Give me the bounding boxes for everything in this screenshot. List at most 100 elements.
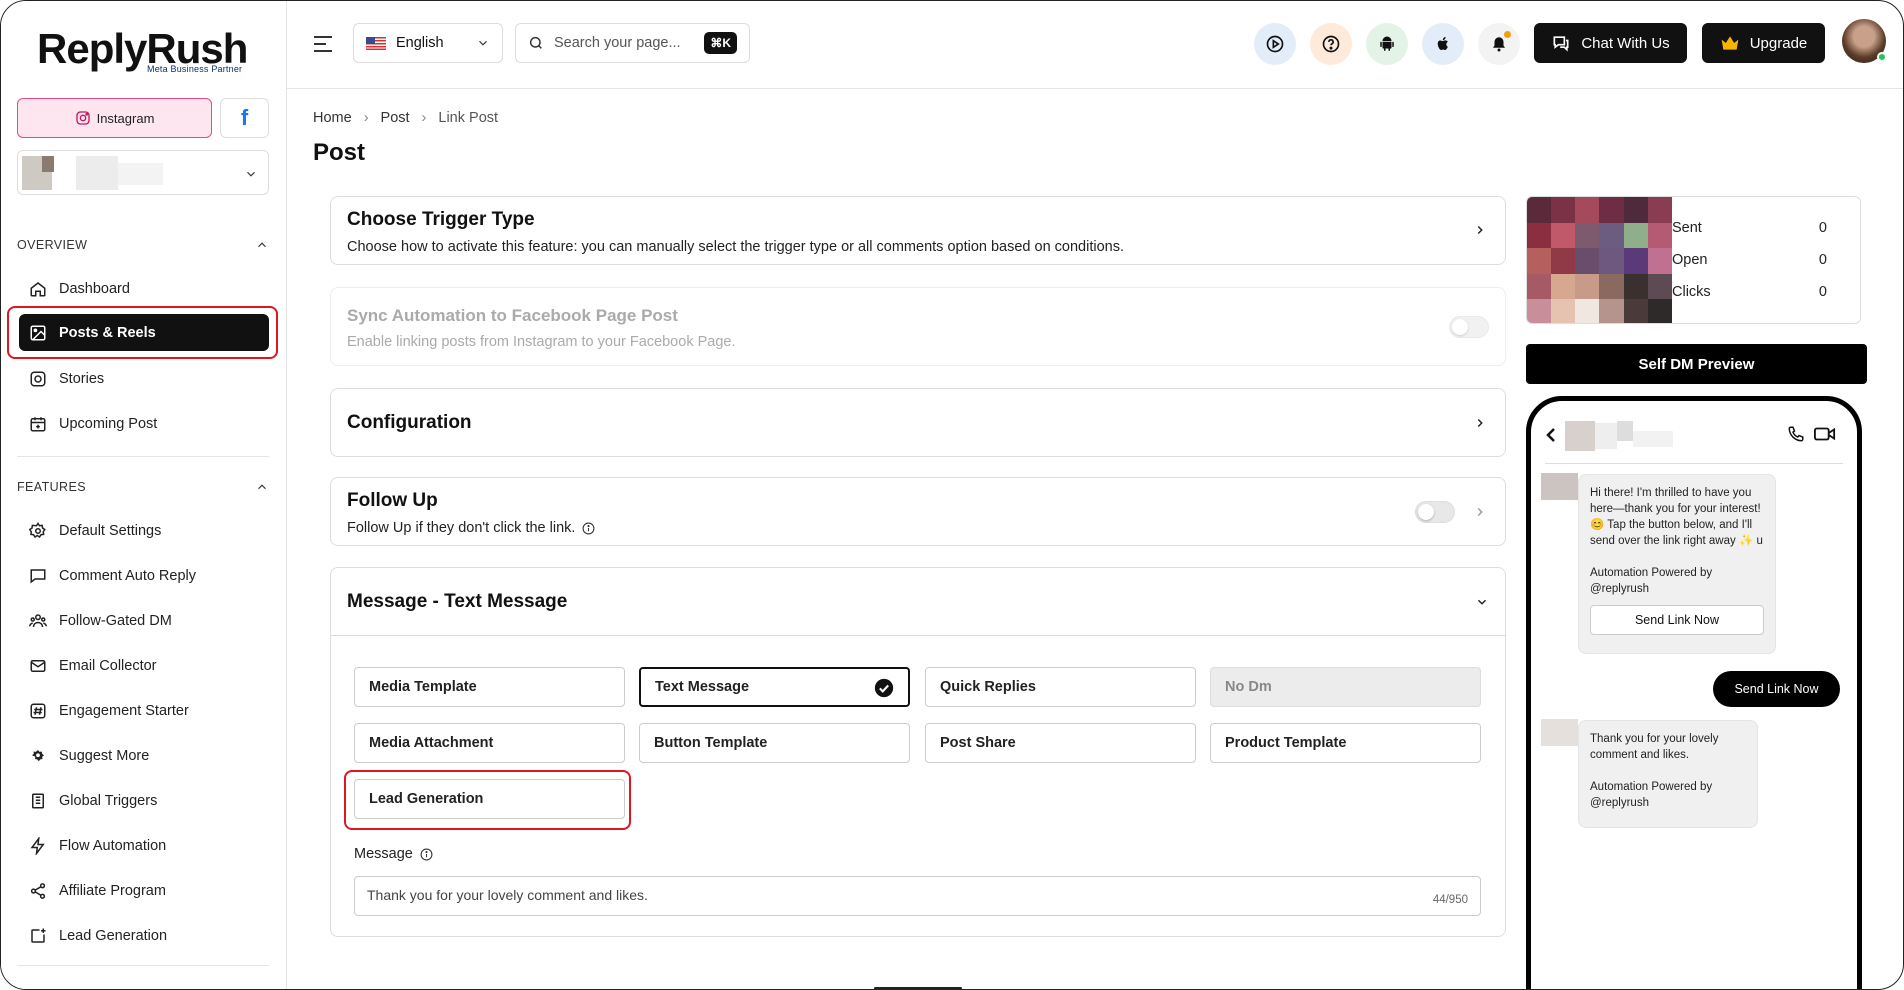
- sidebar-item-label: Dashboard: [59, 280, 130, 297]
- highlight-lead-generation: [344, 770, 631, 830]
- language-select[interactable]: English: [353, 23, 503, 63]
- option-post-share[interactable]: Post Share: [925, 723, 1196, 763]
- chat-with-us-button[interactable]: Chat With Us: [1534, 23, 1687, 63]
- share-icon: [30, 882, 46, 899]
- message-field-label: Message: [354, 846, 433, 862]
- follow-up-toggle[interactable]: [1415, 501, 1455, 523]
- language-label: English: [396, 35, 444, 51]
- divider: [17, 456, 269, 457]
- send-link-now-inline-button[interactable]: Send Link Now: [1590, 605, 1764, 635]
- stat-label: Open: [1672, 252, 1708, 268]
- section-features-label: FEATURES: [17, 480, 86, 494]
- video-tutorial-button[interactable]: [1254, 23, 1296, 65]
- avatar[interactable]: [1842, 19, 1887, 63]
- home-icon: [30, 281, 46, 296]
- info-icon: [420, 848, 433, 860]
- sidebar-item-label: Flow Automation: [59, 837, 167, 854]
- chat-name-blur: [1595, 423, 1617, 449]
- search-input[interactable]: Search your page... ⌘K: [515, 23, 750, 63]
- option-text-message[interactable]: Text Message: [639, 667, 910, 707]
- sidebar-item-label: Email Collector: [59, 657, 157, 674]
- sidebar-item-flow-automation[interactable]: Flow Automation: [19, 827, 269, 864]
- sidebar-item-upcoming-post[interactable]: Upcoming Post: [19, 405, 269, 442]
- trigger-type-card[interactable]: Choose Trigger Type Choose how to activa…: [330, 196, 1506, 265]
- instagram-tab[interactable]: Instagram: [17, 98, 212, 138]
- ios-app-button[interactable]: [1422, 23, 1464, 65]
- users-icon: [29, 613, 47, 627]
- sidebar-item-label: Affiliate Program: [59, 882, 166, 899]
- send-link-now-reply[interactable]: Send Link Now: [1713, 671, 1840, 707]
- follow-up-card[interactable]: Follow Up Follow Up if they don't click …: [330, 477, 1506, 546]
- sidebar-item-label: Lead Generation: [59, 927, 168, 944]
- brand-partner: Meta Business Partner: [147, 64, 243, 74]
- gear-icon: [29, 521, 46, 538]
- sidebar-item-label: Comment Auto Reply: [59, 567, 197, 584]
- trigger-desc: Choose how to activate this feature: you…: [347, 239, 1124, 255]
- follow-up-desc: Follow Up if they don't click the link.: [347, 520, 576, 536]
- option-media-attachment[interactable]: Media Attachment: [354, 723, 625, 763]
- option-button-template[interactable]: Button Template: [639, 723, 910, 763]
- sidebar-item-label: Suggest More: [59, 747, 150, 764]
- android-icon: [1380, 36, 1394, 51]
- chevron-right-icon: ›: [363, 110, 369, 126]
- option-product-template[interactable]: Product Template: [1210, 723, 1481, 763]
- back-icon[interactable]: [1545, 428, 1557, 442]
- crown-icon: [1721, 36, 1739, 50]
- sidebar-item-default-settings[interactable]: Default Settings: [19, 512, 269, 549]
- bubble2-text: Thank you for your lovely comment and li…: [1590, 733, 1719, 761]
- chat-header-divider: [1545, 463, 1843, 464]
- android-app-button[interactable]: [1366, 23, 1408, 65]
- sidebar-item-stories[interactable]: Stories: [19, 360, 269, 397]
- section-features[interactable]: FEATURES: [17, 480, 269, 494]
- bubble1-text: Hi there! I'm thrilled to have you here—…: [1590, 487, 1763, 547]
- sidebar-item-lead-generation[interactable]: Lead Generation: [19, 917, 269, 954]
- message-label: Message: [354, 846, 413, 862]
- message-card-header[interactable]: Message - Text Message: [331, 568, 1505, 636]
- stat-open: Open 0: [1672, 252, 1827, 268]
- option-quick-replies[interactable]: Quick Replies: [925, 667, 1196, 707]
- option-text-message-label: Text Message: [655, 679, 750, 695]
- sidebar-item-follow-gated-dm[interactable]: Follow-Gated DM: [19, 602, 269, 639]
- phone-call-icon[interactable]: [1787, 425, 1805, 443]
- search-icon: [529, 36, 542, 49]
- apple-icon: [1437, 36, 1448, 50]
- message-textarea[interactable]: Thank you for your lovely comment and li…: [354, 876, 1481, 916]
- option-media-template[interactable]: Media Template: [354, 667, 625, 707]
- notifications-button[interactable]: [1478, 23, 1520, 65]
- sidebar-item-suggest-more[interactable]: Suggest More: [19, 737, 269, 774]
- upgrade-button[interactable]: Upgrade: [1702, 23, 1825, 63]
- notification-dot: [1504, 31, 1511, 38]
- search-placeholder: Search your page...: [554, 35, 681, 51]
- sidebar-item-engagement-starter[interactable]: Engagement Starter: [19, 692, 269, 729]
- sidebar-item-affiliate-program[interactable]: Affiliate Program: [19, 872, 269, 909]
- account-name-blur: [76, 156, 118, 190]
- sidebar-item-global-triggers[interactable]: Global Triggers: [19, 782, 269, 819]
- video-call-icon[interactable]: [1814, 426, 1836, 442]
- sidebar-item-dashboard[interactable]: Dashboard: [19, 270, 269, 307]
- option-no-dm: No Dm: [1210, 667, 1481, 707]
- sync-facebook-card: Sync Automation to Facebook Page Post En…: [330, 287, 1506, 366]
- instagram-icon: [75, 111, 90, 125]
- sidebar-item-email-collector[interactable]: Email Collector: [19, 647, 269, 684]
- breadcrumb-post[interactable]: Post: [381, 110, 410, 126]
- topbar: English Search your page... ⌘K Chat With…: [287, 1, 1903, 89]
- self-dm-preview-button[interactable]: Self DM Preview: [1526, 344, 1867, 384]
- chat-avatar-blur: [1565, 421, 1595, 451]
- phone-preview: Hi there! I'm thrilled to have you here—…: [1526, 396, 1862, 989]
- highlight-posts-reels: [7, 306, 278, 359]
- facebook-tab[interactable]: f: [220, 98, 269, 138]
- sidebar-item-comment-auto-reply[interactable]: Comment Auto Reply: [19, 557, 269, 594]
- sync-toggle[interactable]: [1449, 316, 1489, 338]
- breadcrumb-home[interactable]: Home: [313, 110, 352, 126]
- menu-icon[interactable]: [313, 35, 333, 53]
- post-thumbnail[interactable]: [1527, 197, 1672, 323]
- configuration-card[interactable]: Configuration: [330, 388, 1506, 457]
- us-flag-icon: [366, 36, 386, 50]
- help-button[interactable]: [1310, 23, 1352, 65]
- breadcrumb-current: Link Post: [438, 110, 499, 126]
- account-selector[interactable]: [17, 150, 269, 195]
- message-value: Thank you for your lovely comment and li…: [367, 887, 648, 903]
- section-overview[interactable]: OVERVIEW: [17, 238, 269, 252]
- message-bubble-2: Thank you for your lovely comment and li…: [1578, 720, 1758, 828]
- post-stats-card: Sent 0 Open 0 Clicks 0: [1526, 196, 1861, 324]
